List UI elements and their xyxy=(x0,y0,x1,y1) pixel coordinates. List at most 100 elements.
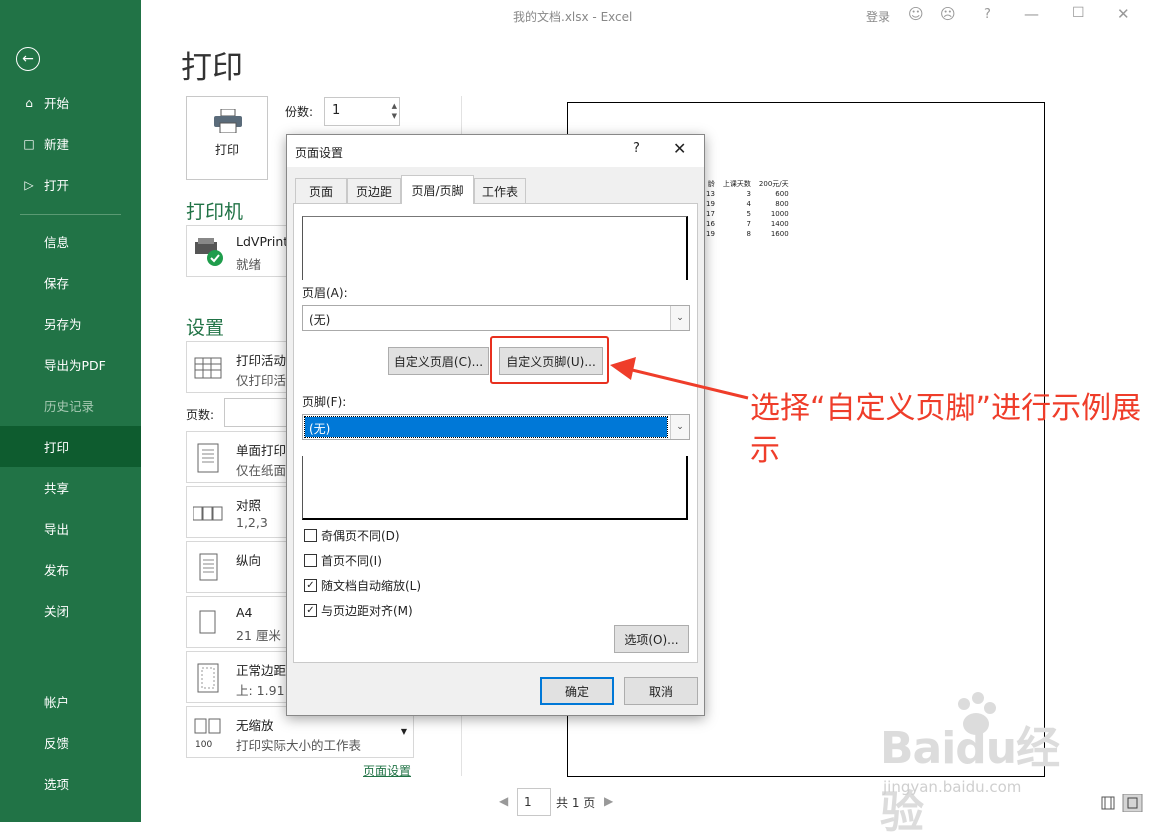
svg-text:100: 100 xyxy=(195,740,212,749)
title-bar: 我的文档.xlsx - Excel 登录 ☺ ☹ ? — ☐ ✕ xyxy=(141,0,1150,32)
watermark-brand: Baidu经验 xyxy=(880,723,1060,838)
prev-page-icon[interactable]: ◀ xyxy=(499,794,508,808)
pages-label: 页数: xyxy=(186,408,215,422)
sidebar-item-options[interactable]: 选项 xyxy=(0,763,141,804)
print-scope-desc: 仅打印活 xyxy=(236,373,287,388)
annotation-highlight-box xyxy=(490,336,609,384)
checkbox-align-with-margins[interactable]: ✓ 与页边距对齐(M) xyxy=(304,602,413,619)
table-row: 17 5 1000 xyxy=(706,210,789,218)
table-row: 19 4 800 xyxy=(706,200,789,208)
print-scope-title: 打印活动 xyxy=(236,353,287,368)
frown-icon[interactable]: ☹ xyxy=(940,5,956,23)
chevron-down-icon: ⌄ xyxy=(670,415,689,439)
footer-preview xyxy=(302,456,688,520)
dialog-title-bar: 页面设置 ? ✕ xyxy=(287,135,704,167)
sidebar-item-history: 历史记录 xyxy=(44,399,95,414)
checkbox-different-odd-even[interactable]: 奇偶页不同(D) xyxy=(304,527,400,544)
cancel-button[interactable]: 取消 xyxy=(624,677,698,705)
dialog-close-icon[interactable]: ✕ xyxy=(673,139,686,158)
collate-desc: 1,2,3 xyxy=(236,515,268,530)
checkmark-icon: ✓ xyxy=(304,604,317,617)
scaling-desc: 打印实际大小的工作表 xyxy=(236,738,362,753)
preview-table: 龄上课天数 200元/天 13 3 600 19 4 800 17 5 1000 16 7 140… xyxy=(702,179,793,239)
checkbox-different-first-page[interactable]: 首页不同(I) xyxy=(304,552,382,569)
backstage-sidebar: ← ⌂ 开始 □ 新建 ▷ 打开 信息 保存 另存为 导出为PDF 历史记录 打印 共… xyxy=(0,0,141,822)
table-row: 19 8 1600 xyxy=(706,230,789,238)
current-page-input[interactable]: 1 xyxy=(517,788,551,816)
tab-page[interactable]: 页面 xyxy=(295,178,347,203)
chevron-down-icon: ⌄ xyxy=(670,306,689,330)
checkbox-label: 首页不同(I) xyxy=(321,554,382,568)
printer-name: LdVPrint xyxy=(236,234,289,249)
options-button[interactable]: 选项(O)... xyxy=(614,625,689,653)
header-select-value: (无) xyxy=(309,313,331,327)
minimize-icon[interactable]: — xyxy=(1024,5,1039,23)
annotation-text: 选择“自定义页脚”进行示例展示 xyxy=(750,391,1142,468)
paper-icon xyxy=(199,610,216,634)
sidebar-item-close[interactable]: 关闭 xyxy=(0,590,141,631)
print-button-label: 打印 xyxy=(214,143,239,157)
pages-from-input[interactable] xyxy=(224,398,294,427)
printer-ready-icon xyxy=(195,238,223,266)
sidebar-divider xyxy=(20,214,121,215)
table-row: 13 3 600 xyxy=(706,190,789,198)
next-page-icon[interactable]: ▶ xyxy=(604,794,613,808)
back-arrow-icon[interactable]: ← xyxy=(16,47,40,71)
checkmark-icon: ✓ xyxy=(304,579,317,592)
printer-heading: 打印机 xyxy=(186,201,244,223)
header-select[interactable]: (无) ⌄ xyxy=(302,305,690,331)
margins-title: 正常边距 xyxy=(236,663,287,678)
footer-select[interactable]: (无) ⌄ xyxy=(302,414,690,440)
page-setup-link[interactable]: 页面设置 xyxy=(363,762,411,779)
single-side-icon xyxy=(197,443,219,473)
sidebar-item-share[interactable]: 共享 xyxy=(0,467,141,508)
custom-header-button[interactable]: 自定义页眉(C)... xyxy=(388,347,489,375)
table-row: 16 7 1400 xyxy=(706,220,789,228)
sidebar-item-new[interactable]: □ 新建 xyxy=(0,123,141,164)
page-title: 打印 xyxy=(181,50,243,86)
help-icon[interactable]: ? xyxy=(984,7,991,22)
sidebar-item-info[interactable]: 信息 xyxy=(0,221,141,262)
header-preview xyxy=(302,216,688,280)
sidebar-item-home[interactable]: ⌂ 开始 xyxy=(0,82,141,123)
watermark-url: jingyan.baidu.com xyxy=(883,778,1022,796)
printer-status: 就绪 xyxy=(236,257,262,272)
page-navigator: ◀ 1 共 1 页 ▶ xyxy=(497,786,637,816)
sidebar-item-publish[interactable]: 发布 xyxy=(0,549,141,590)
ok-button[interactable]: 确定 xyxy=(540,677,614,705)
checkbox-label: 随文档自动缩放(L) xyxy=(321,579,422,593)
baidu-watermark: Baidu经验 jingyan.baidu.com xyxy=(855,690,1085,838)
zoom-to-page-icon[interactable] xyxy=(1122,794,1143,812)
maximize-icon[interactable]: ☐ xyxy=(1072,5,1085,21)
tab-margins[interactable]: 页边距 xyxy=(347,178,401,203)
show-margins-icon[interactable] xyxy=(1101,796,1115,810)
smile-icon[interactable]: ☺ xyxy=(908,5,924,23)
dialog-help-icon[interactable]: ? xyxy=(633,141,640,156)
spinner-arrows-icon[interactable]: ▲ ▼ xyxy=(392,101,397,121)
sidebar-item-export-pdf[interactable]: 导出为PDF xyxy=(0,344,141,385)
sheet-grid-icon xyxy=(194,357,222,379)
home-icon: ⌂ xyxy=(25,95,33,110)
copies-label: 份数: xyxy=(285,105,314,119)
tab-header-footer[interactable]: 页眉/页脚 xyxy=(401,175,474,204)
sidebar-item-save[interactable]: 保存 xyxy=(0,262,141,303)
margins-icon xyxy=(197,663,219,693)
close-window-icon[interactable]: ✕ xyxy=(1117,5,1130,23)
portrait-icon xyxy=(199,553,218,581)
sidebar-item-feedback[interactable]: 反馈 xyxy=(0,722,141,763)
collate-icon xyxy=(193,506,223,521)
sidebar-item-open[interactable]: ▷ 打开 xyxy=(0,164,141,205)
checkbox-scale-with-document[interactable]: ✓ 随文档自动缩放(L) xyxy=(304,577,421,594)
open-folder-icon: ▷ xyxy=(24,177,34,192)
sidebar-item-save-as[interactable]: 另存为 xyxy=(0,303,141,344)
copies-stepper[interactable]: 1 ▲ ▼ xyxy=(324,97,400,126)
print-button[interactable]: 打印 xyxy=(186,96,268,180)
sidebar-item-export[interactable]: 导出 xyxy=(0,508,141,549)
checkbox-label: 奇偶页不同(D) xyxy=(321,529,400,543)
tab-sheet[interactable]: 工作表 xyxy=(474,178,526,203)
sidebar-item-account[interactable]: 帐户 xyxy=(0,681,141,722)
sidebar-item-print[interactable]: 打印 xyxy=(0,426,141,467)
login-link[interactable]: 登录 xyxy=(866,8,890,25)
page-total: 共 1 页 xyxy=(556,796,596,810)
margins-desc: 上: 1.91 xyxy=(236,683,285,698)
